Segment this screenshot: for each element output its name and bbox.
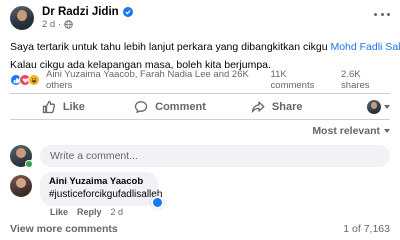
thumbs-up-icon: [42, 100, 55, 114]
comment-item: Aini Yuzaima Yaacob #justiceforcikgufadl…: [10, 172, 164, 209]
post-paragraph-1: Saya tertarik untuk tahu lebih lanjut pe…: [10, 38, 400, 56]
post-as-selector[interactable]: [330, 100, 391, 114]
sort-label: Most relevant: [312, 125, 380, 137]
author-block: Dr Radzi Jidin 2 d ·: [42, 6, 133, 31]
online-status-icon: [25, 160, 33, 168]
comment-like-link[interactable]: Like: [50, 207, 68, 217]
comment-like-reaction-icon[interactable]: [151, 196, 164, 209]
commenter-avatar[interactable]: [10, 175, 32, 197]
author-avatar[interactable]: [10, 6, 34, 30]
share-arrow-icon: [251, 101, 265, 113]
comment-composer: [10, 144, 390, 168]
post-timestamp[interactable]: 2 d: [42, 19, 55, 31]
reaction-icons[interactable]: [10, 74, 40, 86]
engagement-counts: 11K comments 2.6K shares: [271, 69, 390, 91]
verified-badge-icon: [122, 6, 133, 17]
comment-pagination: 1 of 7,163: [343, 223, 390, 235]
haha-reaction-icon: [28, 74, 40, 86]
post-text-segment: Saya tertarik untuk tahu lebih lanjut pe…: [10, 41, 331, 53]
comment-reply-link[interactable]: Reply: [77, 207, 102, 217]
comment-text[interactable]: #justiceforcikgufadlisalleh: [49, 188, 162, 201]
chevron-down-icon: [384, 129, 390, 133]
comment-input[interactable]: [40, 145, 390, 167]
divider: [10, 119, 390, 120]
comment-timestamp[interactable]: 2 d: [111, 207, 124, 217]
comments-count[interactable]: 11K comments: [271, 69, 332, 91]
comment-bubble: Aini Yuzaima Yaacob #justiceforcikgufadl…: [40, 172, 164, 209]
mention-link[interactable]: Mohd Fadli Salleh: [330, 41, 400, 53]
reactions-summary: Aini Yuzaima Yaacob, Farah Nadia Lee and…: [10, 69, 390, 91]
commenter-name[interactable]: Aini Yuzaima Yaacob: [49, 176, 149, 188]
author-name[interactable]: Dr Radzi Jidin: [42, 6, 119, 18]
comment-sort-dropdown[interactable]: Most relevant: [312, 125, 390, 137]
more-options-icon[interactable]: [374, 10, 390, 18]
globe-icon: [64, 20, 73, 29]
view-more-comments-link[interactable]: View more comments: [10, 223, 118, 235]
reactors-text[interactable]: Aini Yuzaima Yaacob, Farah Nadia Lee and…: [46, 69, 271, 91]
comments-footer: View more comments 1 of 7,163: [10, 223, 390, 235]
comment-actions: Like Reply 2 d: [50, 207, 123, 217]
current-user-avatar[interactable]: [10, 145, 33, 168]
comment-label: Comment: [155, 101, 206, 113]
chevron-down-icon: [384, 105, 391, 109]
user-avatar-small: [367, 100, 382, 114]
post-meta: 2 d ·: [42, 19, 133, 31]
post-header: Dr Radzi Jidin 2 d ·: [10, 4, 133, 32]
like-label: Like: [62, 101, 85, 113]
share-button[interactable]: Share: [223, 100, 330, 114]
share-label: Share: [271, 101, 303, 113]
divider: [10, 93, 390, 94]
post-action-bar: Like Comment Share: [10, 95, 391, 119]
author-row: Dr Radzi Jidin: [42, 6, 133, 18]
comment-button[interactable]: Comment: [117, 100, 224, 114]
comment-bubble-icon: [134, 101, 148, 114]
shares-count[interactable]: 2.6K shares: [341, 69, 390, 91]
like-button[interactable]: Like: [10, 100, 117, 114]
